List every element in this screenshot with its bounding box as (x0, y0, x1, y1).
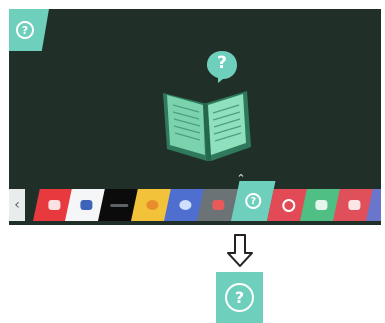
help-app-tile-enlarged: ? (216, 272, 263, 323)
open-book-icon (163, 91, 251, 161)
question-circle-icon: ? (16, 21, 34, 39)
help-corner-tab[interactable]: ? (9, 9, 49, 51)
eye-icon (179, 200, 192, 210)
bubble-question-mark: ? (217, 53, 227, 73)
ring-icon (281, 198, 295, 212)
circle-icon (146, 200, 159, 210)
chat-cards-icon (80, 200, 93, 210)
help-illustration: ? (155, 49, 255, 164)
tv-screen: ? ? ⌃ ‹ ? (9, 9, 381, 225)
launcher-tiles: ? (25, 181, 381, 222)
tv-icon (348, 200, 361, 210)
puzzle-icon (212, 200, 225, 210)
rounded-square-icon (48, 200, 61, 210)
app-launcher-bar: ‹ ? (9, 181, 381, 222)
down-arrow-icon (227, 234, 253, 267)
question-circle-icon: ? (245, 193, 262, 209)
bar-icon (110, 203, 129, 207)
question-circle-icon: ? (225, 283, 254, 312)
square-icon (315, 200, 328, 210)
scroll-left-button[interactable]: ‹ (9, 189, 25, 221)
